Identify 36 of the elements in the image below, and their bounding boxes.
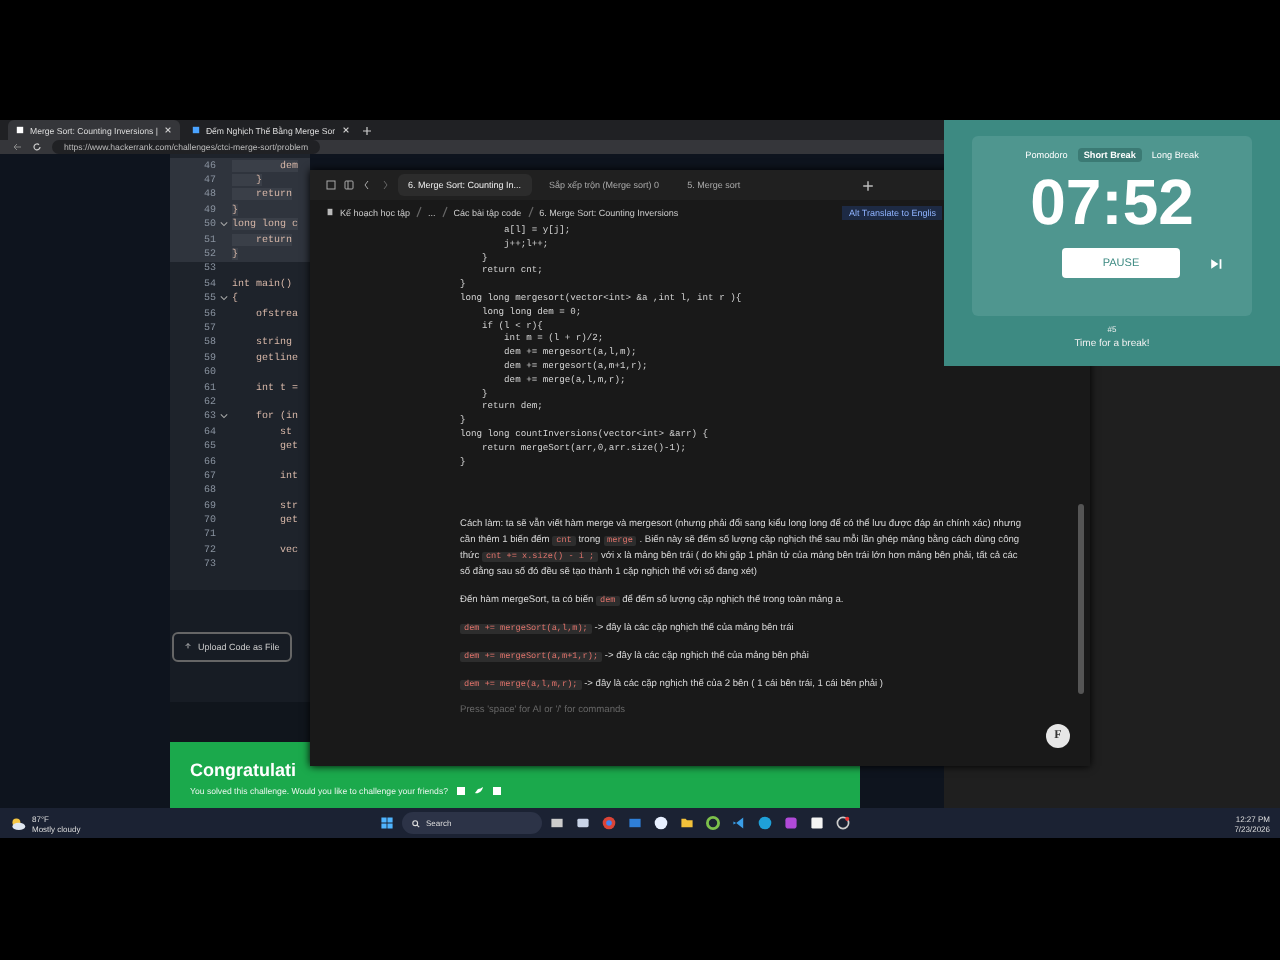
forward-icon[interactable] (380, 180, 390, 190)
social-icon[interactable] (492, 786, 502, 796)
close-icon[interactable] (163, 126, 172, 134)
bird-icon[interactable] (474, 786, 484, 796)
slash-icon (441, 206, 448, 218)
page-icon (191, 126, 200, 134)
square-icon[interactable] (810, 816, 824, 830)
circle-icon[interactable] (836, 816, 850, 830)
page-icon (16, 126, 24, 134)
upload-icon (184, 642, 192, 650)
browser-icon[interactable] (602, 816, 616, 830)
sidebar-icon[interactable] (326, 180, 336, 190)
countdown: 07:52 (1030, 166, 1194, 238)
plus-icon[interactable] (861, 179, 874, 191)
back-icon[interactable] (362, 180, 372, 190)
close-icon[interactable] (341, 126, 350, 134)
slash-icon (527, 206, 534, 218)
code-editor-icon[interactable] (732, 816, 746, 830)
banner-title: Congratulati (190, 760, 296, 780)
skip-icon[interactable] (1210, 257, 1222, 269)
search-icon (412, 819, 420, 827)
back-icon[interactable] (12, 142, 22, 152)
plus-icon[interactable] (361, 125, 372, 135)
reload-icon[interactable] (32, 142, 42, 152)
start-icon[interactable] (380, 816, 394, 830)
social-icon[interactable] (456, 786, 466, 796)
cloud-icon (10, 815, 26, 831)
window-icon[interactable] (550, 816, 564, 830)
mail-icon[interactable] (628, 816, 642, 830)
browser-icon[interactable] (758, 816, 772, 830)
panel-icon[interactable] (344, 180, 354, 190)
slash-icon (416, 206, 423, 218)
circle-icon[interactable] (706, 816, 720, 830)
page-icon (326, 208, 334, 216)
note-icon[interactable] (784, 816, 798, 830)
scrollbar[interactable] (1078, 504, 1084, 694)
